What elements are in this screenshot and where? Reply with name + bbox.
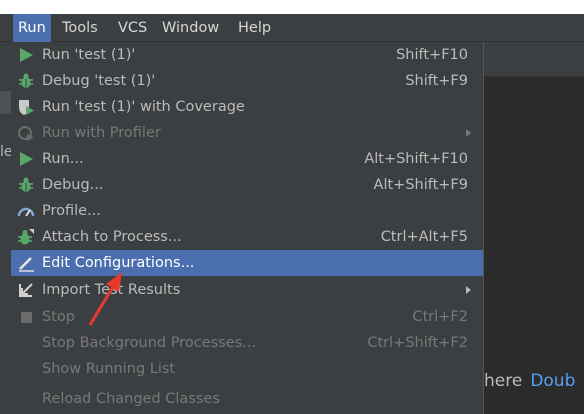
- profile-gauge-icon: [17, 207, 35, 217]
- editor-tab-strip: [484, 42, 584, 77]
- left-tool-panel: le: [0, 42, 13, 414]
- menu-item-label: Debug...: [42, 177, 104, 193]
- run-triangle-icon: [20, 152, 33, 166]
- menu-item-label: Debug 'test (1)': [42, 73, 156, 89]
- menu-item-label: Show Running List: [42, 361, 176, 377]
- submenu-arrow-icon: [466, 286, 471, 294]
- stop-square-icon: [21, 312, 32, 323]
- profiler-icon: [18, 126, 34, 141]
- debug-bug-icon: [19, 73, 33, 88]
- menu-item-label: Profile...: [42, 203, 101, 219]
- menubar-edge-fragment: l: [0, 14, 2, 42]
- run-triangle-icon: [20, 48, 33, 62]
- menu-item-stop-background-processes[interactable]: Stop Background Processes... Ctrl+Shift+…: [11, 330, 483, 356]
- menu-item-run-with-profiler[interactable]: Run with Profiler: [11, 120, 483, 146]
- menu-item-run-test[interactable]: Run 'test (1)' Shift+F10: [11, 42, 483, 68]
- menu-item-label: Stop Background Processes...: [42, 335, 256, 351]
- run-menu-dropdown: Run 'test (1)' Shift+F10 Debug 'test (1)…: [11, 42, 484, 414]
- editor-hint-link[interactable]: Doub: [530, 371, 575, 391]
- editor-hint-text: here: [484, 371, 523, 391]
- menu-item-shortcut: Alt+Shift+F10: [364, 151, 468, 167]
- menu-item-label: Run with Profiler: [42, 125, 161, 141]
- menu-item-label: Run 'test (1)' with Coverage: [42, 99, 245, 115]
- menu-item-label: Run 'test (1)': [42, 47, 136, 63]
- menu-item-label: Run...: [42, 151, 84, 167]
- debug-bug-icon: [19, 177, 33, 192]
- menu-item-label: Attach to Process...: [42, 229, 182, 245]
- menu-run[interactable]: Run: [13, 14, 51, 42]
- menu-item-debug-dots[interactable]: Debug... Alt+Shift+F9: [11, 172, 483, 198]
- menu-item-shortcut: Shift+F10: [396, 47, 468, 63]
- window-top-strip: [0, 0, 584, 14]
- menu-window[interactable]: Window: [157, 14, 224, 42]
- menu-item-label: Stop: [42, 309, 75, 325]
- menu-item-shortcut: Ctrl+F2: [412, 309, 468, 325]
- attach-bug-icon: [18, 229, 34, 245]
- menu-item-shortcut: Ctrl+Shift+F2: [367, 335, 468, 351]
- coverage-shield-icon: [19, 100, 34, 115]
- menu-item-shortcut: Shift+F9: [405, 73, 468, 89]
- menu-item-import-test-results[interactable]: Import Test Results: [11, 277, 483, 303]
- menu-item-stop[interactable]: Stop Ctrl+F2: [11, 304, 483, 330]
- menu-vcs[interactable]: VCS: [113, 14, 152, 42]
- menu-item-label: Import Test Results: [42, 282, 181, 298]
- menu-item-attach-to-process[interactable]: Attach to Process... Ctrl+Alt+F5: [11, 224, 483, 250]
- menu-item-run-with-coverage[interactable]: Run 'test (1)' with Coverage: [11, 94, 483, 120]
- left-panel-selection: [0, 91, 11, 114]
- menu-item-label: Reload Changed Classes: [42, 391, 220, 407]
- menu-item-debug-test[interactable]: Debug 'test (1)' Shift+F9: [11, 68, 483, 94]
- editor-empty-area: here Doub: [484, 77, 584, 414]
- menu-item-show-running-list[interactable]: Show Running List: [11, 356, 483, 382]
- menu-item-shortcut: Alt+Shift+F9: [373, 177, 468, 193]
- menu-item-label: Edit Configurations...: [42, 255, 195, 271]
- menu-item-run-dots[interactable]: Run... Alt+Shift+F10: [11, 146, 483, 172]
- menu-item-reload-changed-classes[interactable]: Reload Changed Classes: [11, 386, 483, 412]
- menu-tools[interactable]: Tools: [57, 14, 103, 42]
- import-arrow-icon: [19, 283, 33, 297]
- menu-item-shortcut: Ctrl+Alt+F5: [380, 229, 468, 245]
- menu-help[interactable]: Help: [233, 14, 276, 42]
- menu-item-profile[interactable]: Profile...: [11, 198, 483, 224]
- menu-item-edit-configurations[interactable]: Edit Configurations...: [11, 250, 483, 276]
- edit-pencil-icon: [19, 257, 34, 272]
- submenu-arrow-icon: [466, 129, 471, 137]
- menu-bar: l Run Tools VCS Window Help: [0, 14, 584, 42]
